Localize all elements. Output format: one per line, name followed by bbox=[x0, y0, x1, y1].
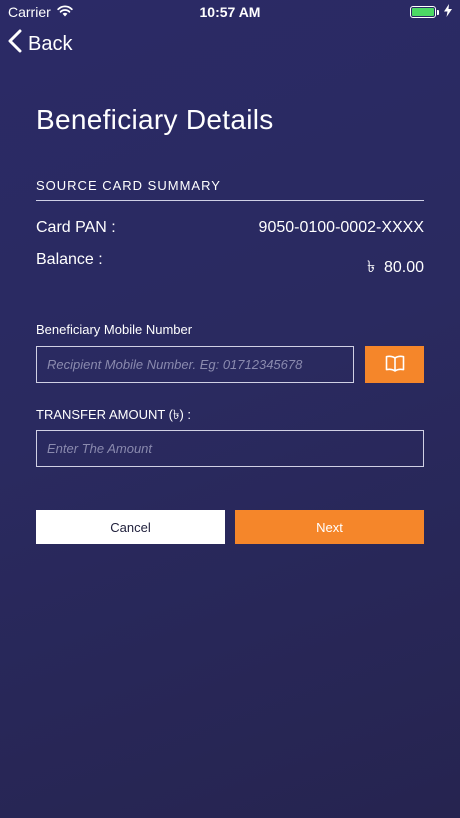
mobile-number-input[interactable] bbox=[36, 346, 354, 383]
mobile-field-label: Beneficiary Mobile Number bbox=[36, 322, 193, 337]
cancel-button[interactable]: Cancel bbox=[36, 510, 225, 544]
charging-bolt-icon bbox=[444, 4, 452, 20]
contacts-button[interactable] bbox=[365, 346, 424, 383]
chevron-left-icon bbox=[8, 29, 22, 59]
wifi-icon bbox=[57, 4, 73, 20]
summary-heading: SOURCE CARD SUMMARY bbox=[36, 178, 221, 193]
card-pan-value: 9050-0100-0002-XXXX bbox=[258, 219, 424, 236]
status-bar: Carrier 10:57 AM bbox=[0, 0, 460, 24]
next-button[interactable]: Next bbox=[235, 510, 424, 544]
summary-divider bbox=[36, 200, 424, 201]
back-label: Back bbox=[28, 32, 73, 55]
back-button[interactable]: Back bbox=[8, 28, 72, 60]
balance-value: ৳ 80.00 bbox=[367, 259, 424, 276]
carrier-label: Carrier bbox=[8, 4, 51, 20]
battery-icon bbox=[410, 6, 439, 18]
balance-label: Balance : bbox=[36, 251, 103, 268]
status-left: Carrier bbox=[8, 4, 73, 20]
open-book-icon bbox=[385, 355, 405, 375]
status-right bbox=[410, 4, 452, 20]
page-title: Beneficiary Details bbox=[36, 104, 274, 135]
card-pan-label: Card PAN : bbox=[36, 219, 116, 236]
amount-field-label: TRANSFER AMOUNT (৳) : bbox=[36, 407, 192, 422]
amount-input[interactable] bbox=[36, 430, 424, 467]
battery-fill bbox=[412, 8, 434, 16]
